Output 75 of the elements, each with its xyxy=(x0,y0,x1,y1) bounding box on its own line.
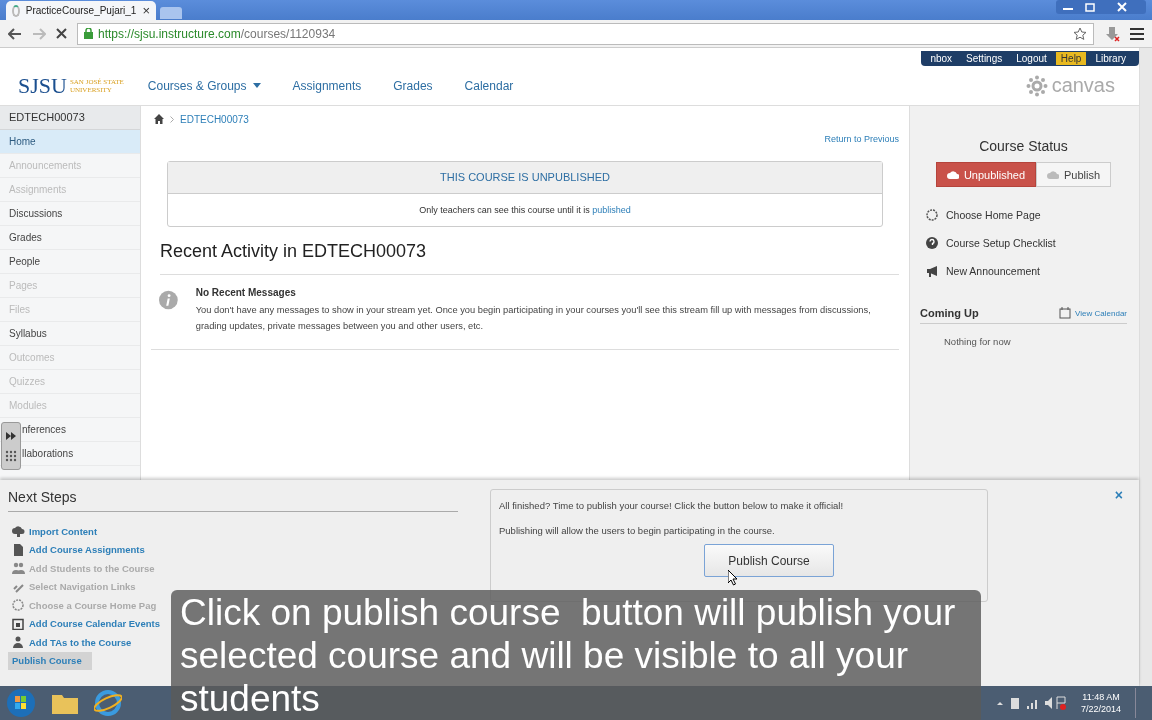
scrollbar[interactable] xyxy=(1139,48,1152,686)
calendar-icon xyxy=(12,617,25,630)
cloud-icon xyxy=(1047,170,1060,179)
back-icon[interactable] xyxy=(8,27,22,40)
dashed-circle-icon xyxy=(926,209,938,221)
publish-message: Publishing will allow the users to begin participating in the course. xyxy=(499,525,776,536)
caret-icon[interactable] xyxy=(252,83,261,88)
chevron-icon xyxy=(170,115,174,123)
sidebar-item[interactable]: Home xyxy=(0,130,140,154)
section-heading: Next Steps xyxy=(8,489,458,512)
help-icon xyxy=(926,237,938,249)
sidebar-item[interactable]: Syllabus xyxy=(0,322,140,346)
breadcrumb-link[interactable]: EDTECH00073 xyxy=(180,113,249,125)
sidebar-item[interactable]: People xyxy=(0,250,140,274)
header-link[interactable]: nbox xyxy=(925,52,958,65)
globe-icon[interactable] xyxy=(94,689,122,717)
panel-heading: Course Status xyxy=(978,138,1069,154)
sidebar-item[interactable]: Discussions xyxy=(0,202,140,226)
lock-icon xyxy=(84,28,93,39)
cloud-icon xyxy=(946,170,959,179)
message-title: No Recent Messages xyxy=(195,287,297,298)
mouse-cursor-icon xyxy=(728,570,738,586)
nav-link[interactable]: Calendar xyxy=(464,78,514,93)
notice-text: Only teachers can see this course until it is published xyxy=(418,204,632,217)
publish-course-button[interactable]: Publish Course xyxy=(704,544,834,577)
calendar-link[interactable]: View Calendar xyxy=(1059,307,1127,319)
people-icon xyxy=(12,562,25,575)
address-bar[interactable]: https://sjsu.instructure.com/courses/1120934 xyxy=(77,22,1094,45)
document-icon xyxy=(12,543,25,556)
message-text: You don't have any messages to show in your stream yet. Once you begin participating in your courses you'll see this stream fill up with messages from discussions, grading updates, private messages between you and other users, etc. xyxy=(195,304,872,333)
sidebar-item[interactable]: Grades xyxy=(0,226,140,250)
header-link[interactable]: Help xyxy=(1055,52,1087,65)
status-button[interactable]: Publish xyxy=(1036,162,1112,187)
system-clock[interactable]: 11:48 AM 7/22/2014 xyxy=(1080,691,1121,715)
panel-action[interactable]: New Announcement xyxy=(920,257,1127,285)
cloud-icon xyxy=(12,525,25,538)
dashed-circle-icon xyxy=(12,599,25,612)
nav-link[interactable]: Courses & Groups xyxy=(147,78,261,93)
section-heading: Recent Activity in EDTECH00073 xyxy=(160,241,899,275)
star-icon[interactable] xyxy=(1073,26,1087,41)
status-button[interactable]: Unpublished xyxy=(935,162,1037,187)
publish-message: All finished? Time to publish your course! Click the button below to make it official! xyxy=(499,500,845,511)
browser-tab[interactable]: PracticeCourse_Pujari_1 × xyxy=(6,1,156,20)
home-icon[interactable] xyxy=(154,114,164,124)
notice-title: THIS COURSE IS UNPUBLISHED xyxy=(168,162,882,194)
nav-link[interactable]: Grades xyxy=(393,78,433,93)
start-button[interactable] xyxy=(6,688,36,718)
next-step-link[interactable]: Add TAs to the Course xyxy=(8,633,132,652)
calendar-icon xyxy=(1059,307,1072,319)
stop-icon[interactable] xyxy=(56,28,67,39)
panel-action[interactable]: Choose Home Page xyxy=(920,201,1127,229)
window-controls[interactable] xyxy=(1056,0,1146,14)
empty-message: Nothing for now xyxy=(944,336,1012,347)
loading-icon xyxy=(12,4,20,17)
next-step-link[interactable]: Import Content xyxy=(8,522,98,541)
header-link[interactable]: Library xyxy=(1090,52,1131,65)
tray-icons[interactable] xyxy=(996,695,1067,711)
close-tab-button[interactable]: × xyxy=(142,3,150,18)
download-icon[interactable] xyxy=(1104,25,1120,42)
megaphone-icon xyxy=(926,265,938,277)
section-heading: Coming Up xyxy=(920,307,979,319)
panel-action[interactable]: Course Setup Checklist xyxy=(920,229,1127,257)
header-link[interactable]: Settings xyxy=(961,52,1008,65)
return-link[interactable]: Return to Previous xyxy=(824,134,899,144)
video-caption: Click on publish course button will publish your selected course and will be visible to all your students xyxy=(171,590,981,720)
nav-link[interactable]: Assignments xyxy=(292,78,362,93)
course-code: EDTECH00073 xyxy=(0,106,140,130)
menu-icon[interactable] xyxy=(1130,27,1144,40)
next-step-link[interactable]: Add Course Assignments xyxy=(8,540,145,559)
next-step-link[interactable]: Add Course Calendar Events xyxy=(8,614,160,633)
next-step-link[interactable]: Publish Course xyxy=(8,651,92,670)
person-icon xyxy=(12,636,25,649)
close-button[interactable]: × xyxy=(1114,487,1123,503)
header-link[interactable]: Logout xyxy=(1011,52,1052,65)
published-link[interactable]: published xyxy=(592,205,631,215)
